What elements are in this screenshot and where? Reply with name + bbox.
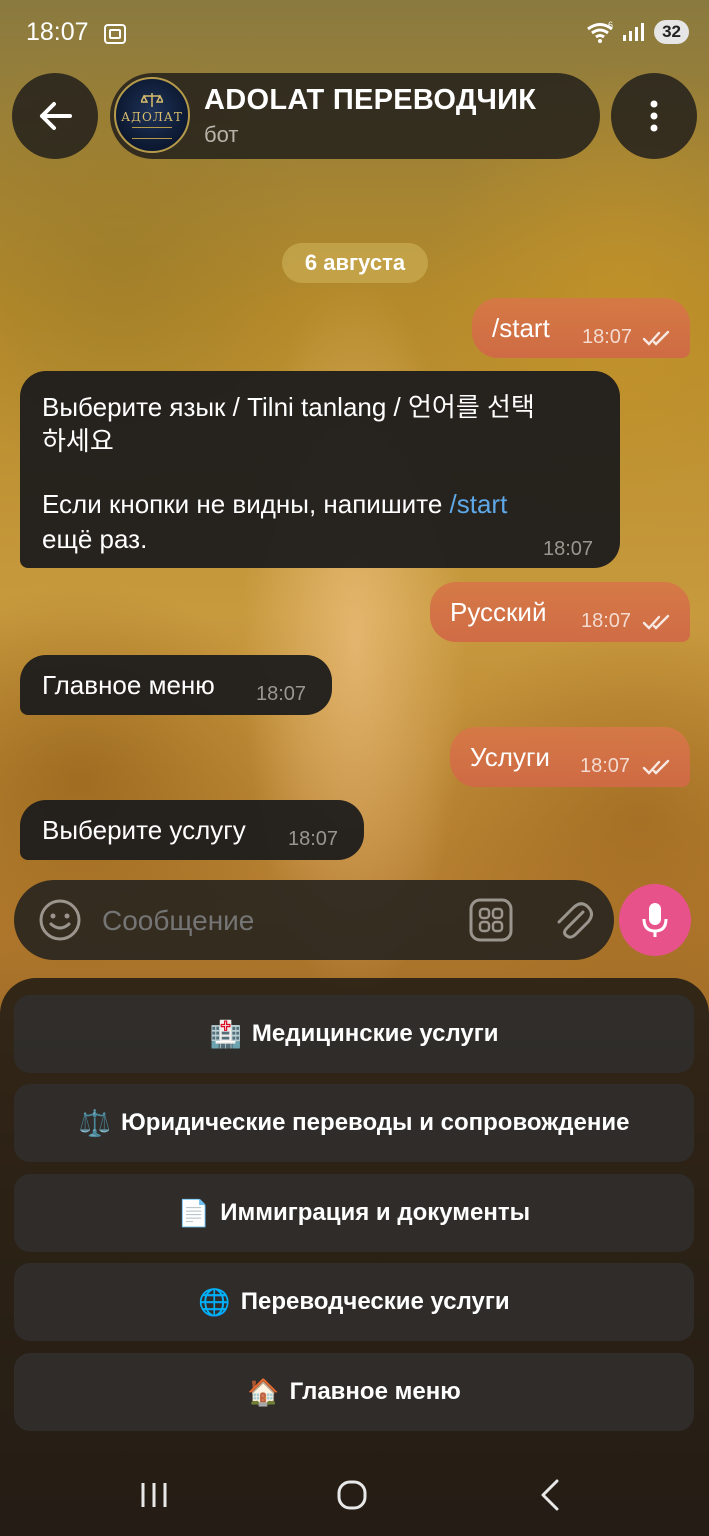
wifi-icon: 6 <box>587 21 613 43</box>
message-outgoing[interactable]: Русский 18:07 <box>430 582 690 642</box>
chevron-left-icon <box>541 1479 559 1511</box>
keyboard-button-immigration[interactable]: 📄 Иммиграция и документы <box>14 1174 694 1252</box>
message-incoming[interactable]: Выберите язык / Tilni tanlang / 언어를 선택 하… <box>20 371 620 568</box>
message-time: 18:07 <box>543 538 594 560</box>
emoji-icon[interactable] <box>38 898 82 942</box>
signal-icon <box>623 23 645 41</box>
scales-icon: ⚖️ <box>78 1107 111 1138</box>
message-input[interactable] <box>100 890 454 952</box>
more-menu-button[interactable] <box>611 73 697 159</box>
keyboard-button-label: Переводческие услуги <box>240 1288 510 1315</box>
battery-indicator: 32 <box>654 20 689 44</box>
start-command-link[interactable]: /start <box>450 489 508 519</box>
keyboard-button-legal[interactable]: ⚖️ Юридические переводы и сопровождение <box>14 1084 694 1162</box>
message-time: 18:07 <box>256 683 307 705</box>
message-time: 18:07 <box>582 326 633 348</box>
globe-icon: 🌐 <box>198 1286 231 1317</box>
arrow-left-icon <box>40 102 72 130</box>
double-check-icon <box>642 759 670 775</box>
message-text: Русский <box>450 597 547 627</box>
keyboard-button-label: Медицинские услуги <box>251 1020 499 1047</box>
recents-icon <box>141 1483 167 1507</box>
message-text: Услуги <box>470 742 550 772</box>
home-nav-icon <box>337 1480 367 1510</box>
avatar[interactable]: АДОЛАТ <box>114 77 190 153</box>
keyboard-button-label: Главное меню <box>289 1378 461 1405</box>
scales-icon <box>141 92 163 107</box>
message-text-segment: Если кнопки не видны, напишите <box>42 489 450 519</box>
date-chip: 6 августа <box>282 243 428 283</box>
screenshot-icon <box>104 24 126 44</box>
message-incoming[interactable]: Главное меню 18:07 <box>20 655 332 715</box>
avatar-decoration <box>132 126 172 139</box>
keyboard-button-medical[interactable]: 🏥 Медицинские услуги <box>14 995 694 1073</box>
voice-record-button[interactable] <box>619 884 691 956</box>
message-time: 18:07 <box>581 610 632 632</box>
message-time: 18:07 <box>288 828 339 850</box>
chat-title: ADOLAT ПЕРЕВОДЧИК <box>204 84 537 116</box>
bot-keyboard-icon[interactable] <box>469 898 513 942</box>
keyboard-button-main-menu[interactable]: 🏠 Главное меню <box>14 1353 694 1431</box>
keyboard-button-label: Иммиграция и документы <box>220 1199 531 1226</box>
nav-home-button[interactable] <box>322 1472 382 1518</box>
message-outgoing[interactable]: /start 18:07 <box>472 298 690 358</box>
message-text-line: Если кнопки не видны, напишите /start <box>42 489 507 520</box>
keyboard-button-label: Юридические переводы и сопровождение <box>120 1109 630 1136</box>
svg-text:6: 6 <box>608 21 613 30</box>
more-vertical-icon <box>650 100 658 132</box>
message-incoming[interactable]: Выберите услугу 18:07 <box>20 800 364 860</box>
message-text-line: 하세요 <box>42 426 114 456</box>
hospital-icon: 🏥 <box>209 1018 242 1049</box>
document-icon: 📄 <box>177 1197 211 1228</box>
avatar-label: АДОЛАТ <box>121 109 183 124</box>
chat-subtitle: бот <box>204 122 239 147</box>
message-text: Выберите услугу <box>42 815 246 845</box>
message-text-line: Выберите язык / Tilni tanlang / 언어를 선택 <box>42 392 535 422</box>
nav-back-button[interactable] <box>520 1472 580 1518</box>
double-check-icon <box>642 330 670 346</box>
message-text: /start <box>492 313 550 343</box>
message-text-line: ещё раз. <box>42 524 148 554</box>
message-text: Главное меню <box>42 670 215 700</box>
message-outgoing[interactable]: Услуги 18:07 <box>450 727 690 787</box>
message-time: 18:07 <box>580 755 631 777</box>
nav-recents-button[interactable] <box>124 1472 184 1518</box>
microphone-icon <box>642 903 668 937</box>
back-button[interactable] <box>12 73 98 159</box>
home-icon: 🏠 <box>247 1376 280 1407</box>
status-icons: 6 32 <box>586 20 689 44</box>
attach-icon[interactable] <box>553 898 593 942</box>
status-time: 18:07 <box>26 18 89 46</box>
double-check-icon <box>642 614 670 630</box>
keyboard-button-translation[interactable]: 🌐 Переводческие услуги <box>14 1263 694 1341</box>
